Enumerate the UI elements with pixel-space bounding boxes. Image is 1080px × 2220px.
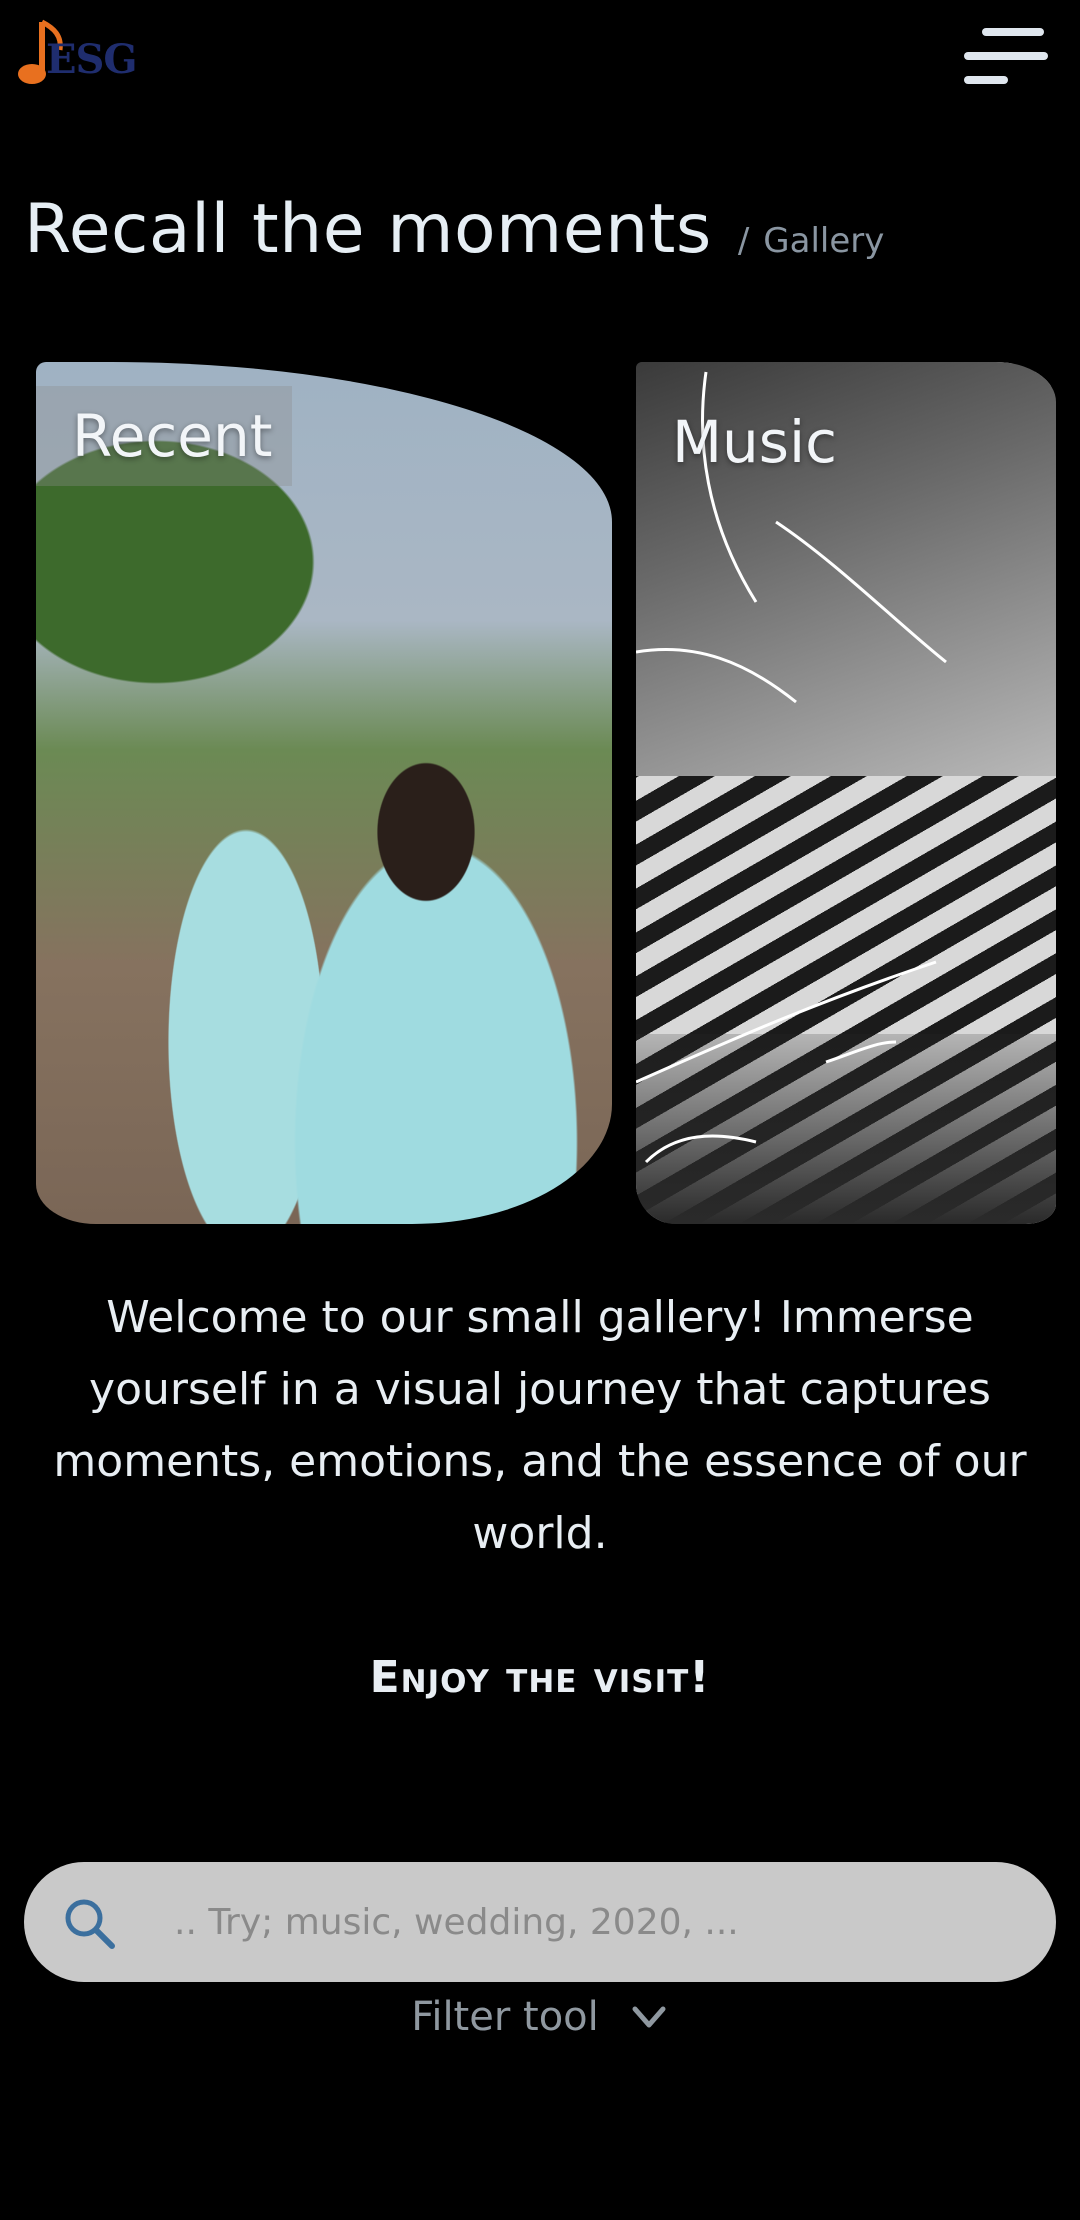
recent-card-label: Recent — [36, 386, 293, 486]
logo-text: ESG — [46, 36, 138, 83]
search-input[interactable] — [174, 1882, 1014, 1962]
menu-button[interactable] — [960, 24, 1052, 88]
title-row: Recall the moments / Gallery — [24, 190, 884, 269]
chevron-down-icon — [632, 2006, 666, 2028]
search-bar[interactable] — [24, 1862, 1056, 1982]
filter-tool-label: Filter tool — [411, 1994, 599, 2040]
logo[interactable]: ESG — [14, 18, 138, 90]
music-card-label: Music — [672, 408, 838, 476]
welcome-text: Welcome to our small gallery! Immerse yo… — [53, 1292, 1027, 1559]
enjoy-text: Enjoy the visit! — [369, 1652, 711, 1703]
search-icon[interactable] — [62, 1896, 116, 1950]
filter-tool-toggle[interactable]: Filter tool — [0, 1994, 1080, 2040]
page-title: Recall the moments — [24, 190, 712, 269]
music-card-image — [636, 371, 947, 1164]
hamburger-menu-icon — [982, 28, 1044, 36]
breadcrumb[interactable]: Gallery — [763, 221, 884, 261]
gallery-page: ESG Recall the moments / Gallery Recent … — [0, 0, 1080, 2220]
recent-card[interactable]: Recent — [36, 362, 612, 1224]
music-card[interactable]: Music — [636, 362, 1056, 1224]
breadcrumb-separator: / — [737, 221, 750, 261]
